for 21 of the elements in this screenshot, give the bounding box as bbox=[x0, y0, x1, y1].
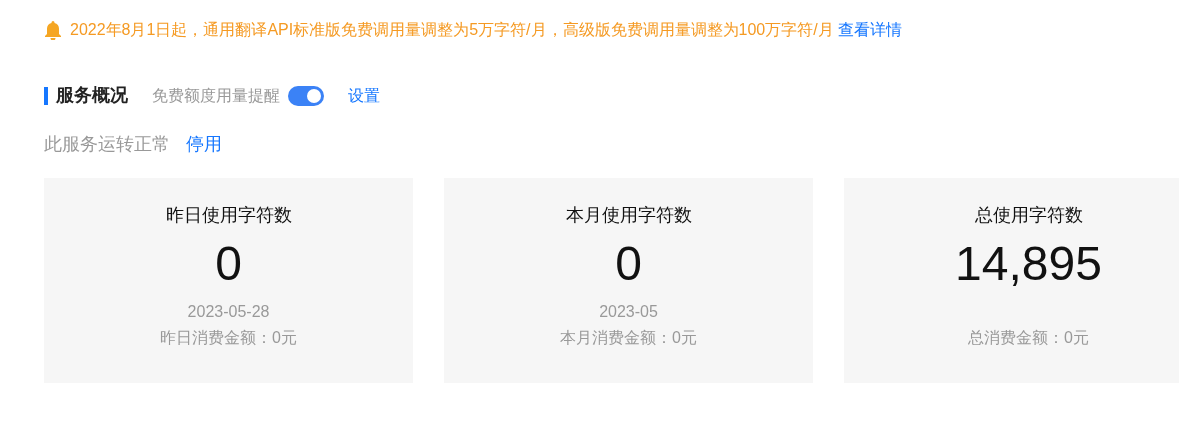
stat-cost: 本月消费金额：0元 bbox=[559, 327, 698, 348]
stat-title: 昨日使用字符数 bbox=[164, 204, 293, 227]
stat-value: 0 bbox=[214, 236, 243, 292]
toggle-switch[interactable] bbox=[288, 85, 324, 106]
notice-text: 2022年8月1日起，通用翻译API标准版免费调用量调整为5万字符/月，高级版免费调用量调整为100万字符/月 bbox=[70, 21, 834, 38]
stat-title: 总使用字符数 bbox=[973, 204, 1084, 227]
reminder-label: 免费额度用量提醒 bbox=[152, 85, 280, 106]
stat-cost: 昨日消费金额：0元 bbox=[159, 327, 298, 348]
bell-icon bbox=[44, 20, 62, 40]
details-link[interactable]: 查看详情 bbox=[837, 21, 902, 38]
stat-cost: 总消费金额：0元 bbox=[967, 327, 1090, 348]
service-status-text: 此服务运转正常 bbox=[44, 133, 170, 156]
stat-value: 14,895 bbox=[954, 236, 1103, 292]
stat-date: 2023-05-28 bbox=[186, 301, 271, 322]
title-accent-bar bbox=[44, 86, 48, 105]
settings-link[interactable]: 设置 bbox=[348, 83, 380, 108]
stat-title: 本月使用字符数 bbox=[564, 204, 693, 227]
stat-value: 0 bbox=[614, 236, 643, 292]
section-title: 服务概况 bbox=[56, 84, 128, 107]
disable-link[interactable]: 停用 bbox=[186, 131, 222, 158]
stat-date: 2023-05 bbox=[598, 301, 659, 322]
